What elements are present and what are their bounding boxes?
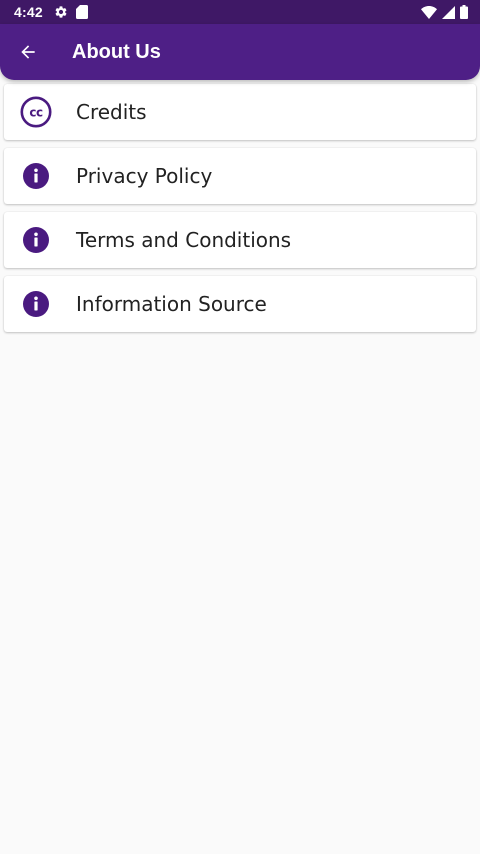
battery-icon <box>460 5 468 19</box>
signal-icon <box>442 5 455 19</box>
menu-item-label: Credits <box>76 100 147 124</box>
info-icon <box>20 160 52 192</box>
menu-item-label: Information Source <box>76 292 267 316</box>
status-bar: 4:42 <box>0 0 480 24</box>
about-menu-list: cc Credits Privacy Policy Terms and Cond… <box>4 84 476 340</box>
menu-item-terms-and-conditions[interactable]: Terms and Conditions <box>4 212 476 268</box>
info-icon <box>20 224 52 256</box>
status-time: 4:42 <box>14 4 43 20</box>
wifi-icon <box>421 5 437 19</box>
status-left-icons <box>54 5 88 19</box>
menu-item-label: Terms and Conditions <box>76 228 292 252</box>
status-right-icons <box>421 5 468 19</box>
page-title: About Us <box>72 40 161 63</box>
arrow-back-icon <box>18 42 38 62</box>
info-icon <box>20 288 52 320</box>
settings-icon <box>54 5 68 19</box>
menu-item-label: Privacy Policy <box>76 164 213 188</box>
svg-text:cc: cc <box>29 105 43 119</box>
creative-commons-icon: cc <box>20 96 52 128</box>
menu-item-privacy-policy[interactable]: Privacy Policy <box>4 148 476 204</box>
menu-item-credits[interactable]: cc Credits <box>4 84 476 140</box>
app-bar: About Us <box>0 24 480 80</box>
sd-card-icon <box>75 5 88 19</box>
back-button[interactable] <box>0 24 56 80</box>
menu-item-information-source[interactable]: Information Source <box>4 276 476 332</box>
